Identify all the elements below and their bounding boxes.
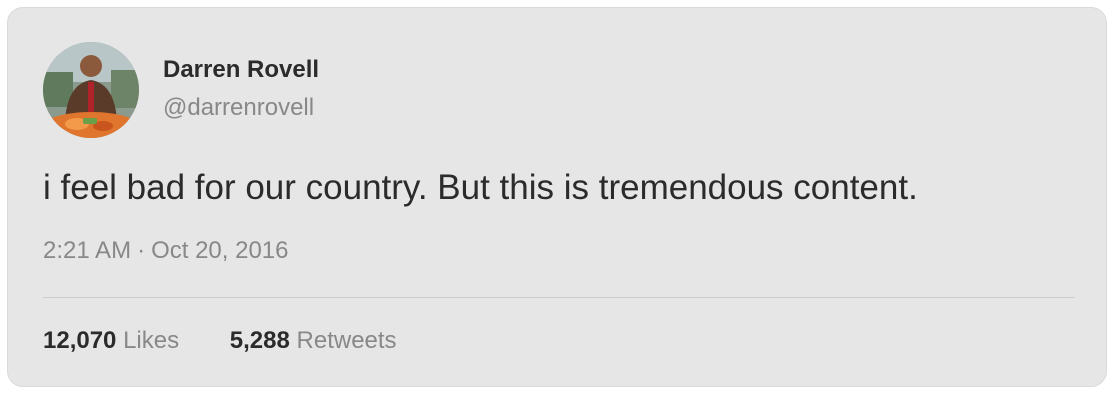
avatar[interactable]	[43, 42, 139, 138]
author-handle[interactable]: @darrenrovell	[163, 94, 314, 122]
likes-label: Likes	[123, 327, 180, 354]
tweet-card: Darren Rovell @darrenrovell i feel bad f…	[7, 7, 1107, 387]
tweet-date: Oct 20, 2016	[151, 237, 289, 264]
retweets-stat[interactable]: 5,288 Retweets	[230, 327, 397, 354]
author-name[interactable]: Darren Rovell	[163, 56, 319, 84]
retweets-count: 5,288	[229, 327, 290, 354]
tweet-text: i feel bad for our country. But this is …	[43, 168, 918, 207]
tweet-timestamp[interactable]: 2:21 AM · Oct 20, 2016	[43, 237, 289, 265]
meta-separator: ·	[137, 237, 146, 264]
tweet-time: 2:21 AM	[43, 237, 132, 264]
divider	[43, 297, 1075, 298]
likes-stat[interactable]: 12,070 Likes	[43, 327, 186, 354]
tweet-stats: 12,070 Likes 5,288 Retweets	[43, 327, 397, 355]
likes-count: 12,070	[43, 327, 117, 354]
retweets-label: Retweets	[296, 327, 397, 354]
